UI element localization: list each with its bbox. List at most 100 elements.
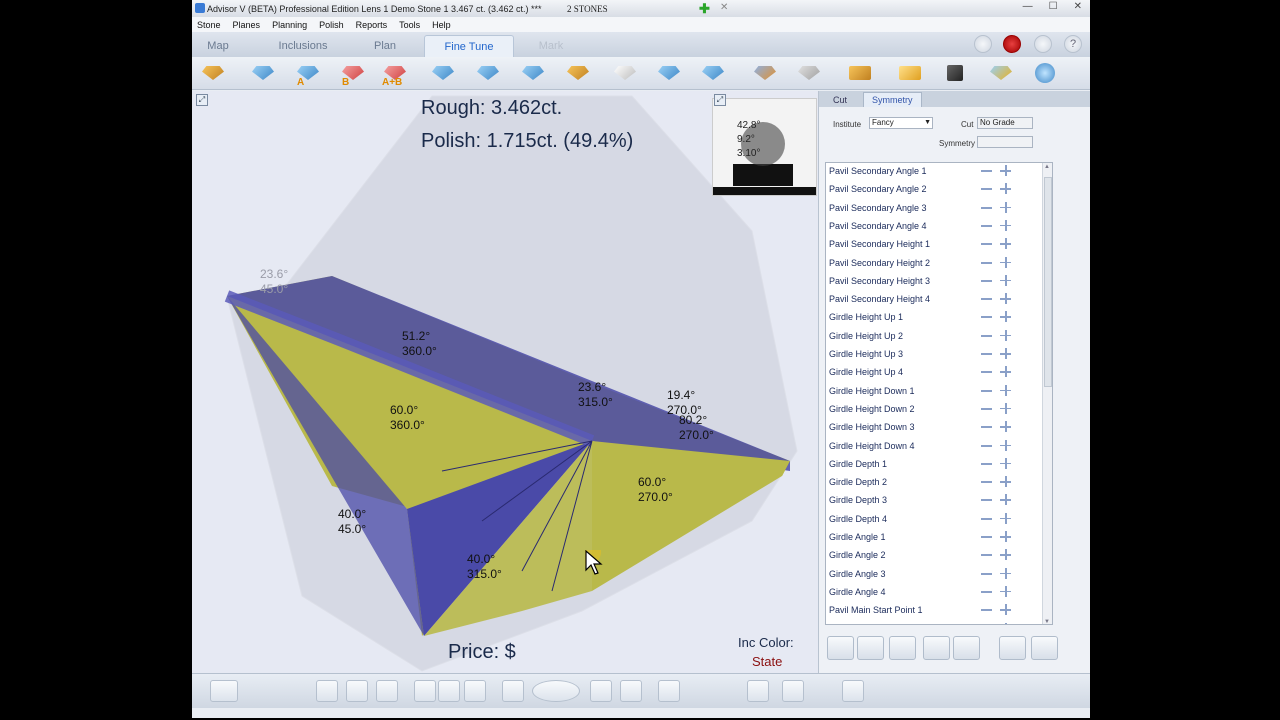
tab-plan[interactable]: Plan bbox=[354, 35, 416, 57]
parameter-row[interactable]: Pavil Secondary Height 4 bbox=[826, 290, 1052, 308]
minus-icon[interactable] bbox=[981, 170, 992, 172]
parameter-row[interactable]: Girdle Depth 3 bbox=[826, 491, 1052, 509]
user-settings-icon[interactable] bbox=[752, 62, 778, 84]
minus-icon[interactable] bbox=[981, 554, 992, 557]
menu-help[interactable]: Help bbox=[432, 20, 451, 30]
tab-fine-tune[interactable]: Fine Tune bbox=[424, 35, 514, 57]
parameter-row[interactable]: Pavil Main Start Point 2 bbox=[826, 620, 1052, 624]
help-icon[interactable]: ? bbox=[1064, 35, 1082, 53]
lock-icon[interactable] bbox=[1031, 636, 1058, 660]
minus-icon[interactable] bbox=[981, 298, 992, 301]
minus-icon[interactable] bbox=[981, 261, 992, 264]
parameter-row[interactable]: Girdle Height Down 2 bbox=[826, 400, 1052, 418]
profile-icon[interactable] bbox=[842, 680, 864, 702]
parameter-row[interactable]: Girdle Depth 1 bbox=[826, 455, 1052, 473]
plus-icon[interactable] bbox=[1000, 622, 1011, 624]
parameter-row[interactable]: Girdle Depth 4 bbox=[826, 510, 1052, 528]
tools-icon[interactable] bbox=[796, 62, 822, 84]
parameter-row[interactable]: Girdle Height Down 4 bbox=[826, 437, 1052, 455]
plus-icon[interactable] bbox=[1000, 256, 1011, 268]
tab-cut[interactable]: Cut bbox=[825, 92, 855, 107]
minus-icon[interactable] bbox=[981, 316, 992, 319]
parameter-row[interactable]: Pavil Secondary Angle 1 bbox=[826, 163, 1052, 180]
back-icon[interactable] bbox=[974, 35, 992, 53]
minus-icon[interactable] bbox=[981, 407, 992, 410]
parameter-row[interactable]: Girdle Height Down 1 bbox=[826, 382, 1052, 400]
menu-stone[interactable]: Stone bbox=[197, 20, 221, 30]
side-view-bottom-icon[interactable] bbox=[438, 680, 460, 702]
side-view-icon[interactable] bbox=[520, 62, 546, 84]
plus-icon[interactable] bbox=[1000, 366, 1011, 378]
pavilion-view-icon[interactable] bbox=[430, 62, 456, 84]
add-stone-icon[interactable]: ✚ bbox=[699, 1, 710, 17]
plus-icon[interactable] bbox=[1000, 201, 1011, 213]
parameter-row[interactable]: Girdle Height Up 2 bbox=[826, 327, 1052, 345]
tab-symmetry[interactable]: Symmetry bbox=[863, 92, 922, 107]
plane-a-icon[interactable]: A bbox=[295, 62, 321, 88]
plus-icon[interactable] bbox=[1000, 512, 1011, 524]
symmetry-view-icon[interactable] bbox=[700, 62, 726, 84]
expand-thumbnail-icon[interactable]: ⤢ bbox=[714, 94, 726, 106]
minus-icon[interactable] bbox=[981, 206, 992, 209]
parameter-row[interactable]: Girdle Depth 2 bbox=[826, 473, 1052, 491]
parameter-row[interactable]: Girdle Height Up 3 bbox=[826, 345, 1052, 363]
parameter-row[interactable]: Pavil Secondary Height 3 bbox=[826, 272, 1052, 290]
minimize-button[interactable]: — bbox=[1023, 1, 1033, 12]
parameter-row[interactable]: Girdle Angle 2 bbox=[826, 546, 1052, 564]
plus-icon[interactable] bbox=[1000, 604, 1011, 616]
minus-icon[interactable] bbox=[981, 426, 992, 429]
menu-reports[interactable]: Reports bbox=[356, 20, 388, 30]
parameter-list[interactable]: Pavil Secondary Angle 1 Pavil Secondary A… bbox=[825, 162, 1053, 625]
minus-icon[interactable] bbox=[981, 481, 992, 484]
print-icon[interactable] bbox=[847, 62, 873, 84]
scrollbar[interactable]: ▲ ▼ bbox=[1042, 163, 1052, 624]
stone-thumbnail[interactable]: 42.8° 9.2° 3.10° bbox=[712, 98, 817, 196]
plus-icon[interactable] bbox=[1000, 165, 1011, 176]
parameter-row[interactable]: Girdle Angle 1 bbox=[826, 528, 1052, 546]
plus-icon[interactable] bbox=[1000, 476, 1011, 488]
measure-tool-icon[interactable] bbox=[200, 62, 226, 84]
light-sliders-icon[interactable] bbox=[252, 680, 302, 702]
parameter-row[interactable]: Pavil Secondary Angle 2 bbox=[826, 180, 1052, 198]
minus-icon[interactable] bbox=[981, 188, 992, 191]
plus-icon[interactable] bbox=[1000, 421, 1011, 433]
mark-icon[interactable] bbox=[747, 680, 769, 702]
parameter-row[interactable]: Girdle Angle 3 bbox=[826, 565, 1052, 583]
minus-icon[interactable] bbox=[981, 371, 992, 374]
rotate-control-icon[interactable] bbox=[532, 680, 580, 702]
refresh-icon[interactable] bbox=[827, 636, 854, 660]
wireframe-icon[interactable] bbox=[316, 680, 338, 702]
save-params-icon[interactable] bbox=[953, 636, 980, 660]
plus-icon[interactable] bbox=[1000, 585, 1011, 597]
section-icon[interactable] bbox=[502, 680, 524, 702]
plus-icon[interactable] bbox=[1000, 402, 1011, 414]
plus-icon[interactable] bbox=[1000, 567, 1011, 579]
minus-icon[interactable] bbox=[981, 572, 992, 575]
minus-icon[interactable] bbox=[981, 243, 992, 246]
zoom-in-icon[interactable] bbox=[590, 680, 612, 702]
plus-icon[interactable] bbox=[1000, 439, 1011, 451]
plus-icon[interactable] bbox=[1000, 329, 1011, 341]
expand-view-icon[interactable]: ⤢ bbox=[196, 94, 208, 106]
minus-icon[interactable] bbox=[981, 609, 992, 612]
menu-tools[interactable]: Tools bbox=[399, 20, 420, 30]
open-folder-icon[interactable] bbox=[897, 62, 923, 84]
table-view-icon[interactable] bbox=[475, 62, 501, 84]
minus-icon[interactable] bbox=[981, 536, 992, 538]
maximize-button[interactable]: ☐ bbox=[1049, 1, 1058, 12]
stone-icon[interactable] bbox=[923, 636, 950, 660]
solid-view-icon[interactable] bbox=[346, 680, 368, 702]
tab-map[interactable]: Map bbox=[192, 35, 244, 57]
render-icon[interactable] bbox=[376, 680, 398, 702]
plus-icon[interactable] bbox=[1000, 384, 1011, 396]
minus-icon[interactable] bbox=[981, 444, 992, 447]
remove-stone-icon[interactable]: ✕ bbox=[720, 2, 728, 13]
plus-icon[interactable] bbox=[1000, 311, 1011, 323]
zoom-fit-icon[interactable] bbox=[620, 680, 642, 702]
institute-select[interactable]: Fancy ▼ bbox=[869, 117, 933, 129]
minus-icon[interactable] bbox=[981, 279, 992, 282]
minus-icon[interactable] bbox=[981, 517, 992, 520]
parameter-row[interactable]: Girdle Angle 4 bbox=[826, 583, 1052, 601]
parameter-row[interactable]: Pavil Main Start Point 1 bbox=[826, 601, 1052, 619]
crown-view-icon[interactable] bbox=[250, 62, 276, 84]
